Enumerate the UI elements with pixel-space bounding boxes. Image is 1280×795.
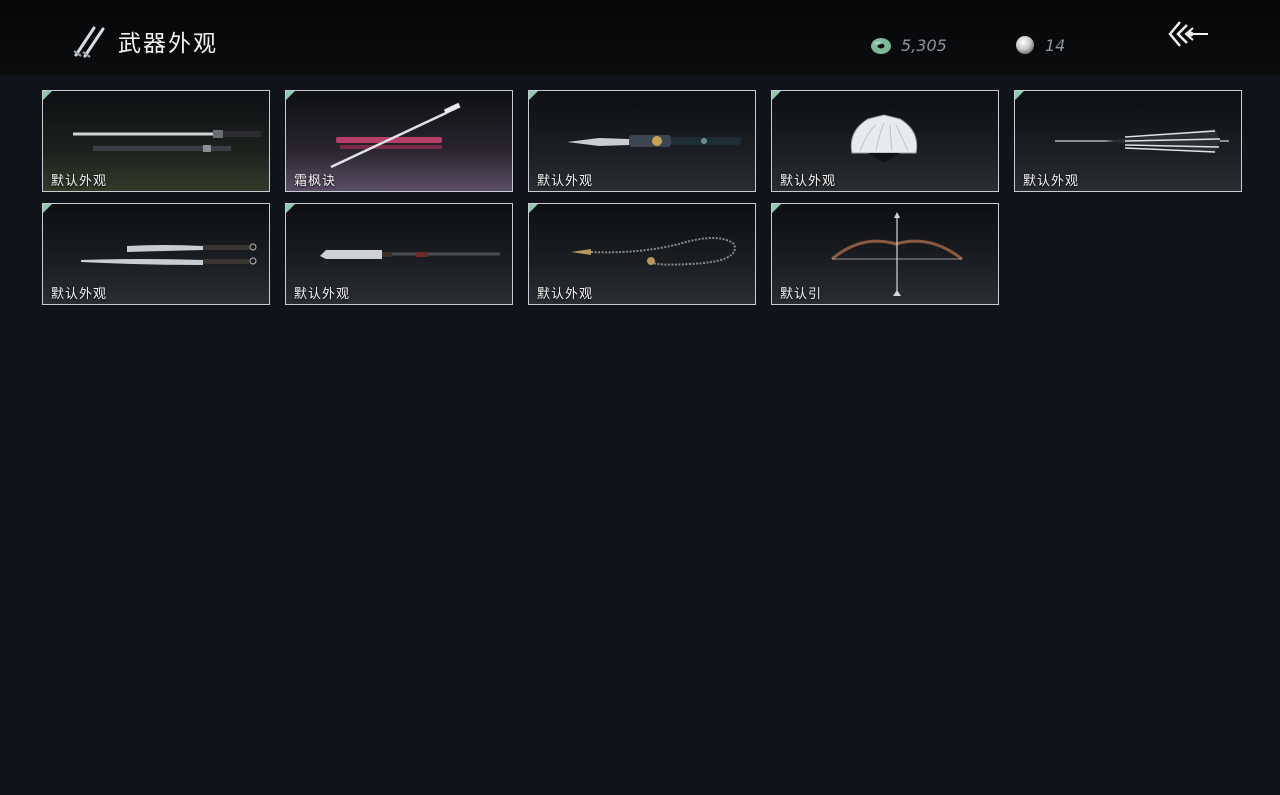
weapon-card-label: 默认外观	[294, 287, 351, 302]
pearl-currency: 14	[1014, 33, 1065, 57]
weapon-card-label: 默认外观	[780, 174, 837, 189]
pearl-icon	[1016, 36, 1034, 54]
pearl-amount: 14	[1045, 35, 1066, 55]
jade-currency: 5,305	[870, 33, 947, 57]
weapon-card-7[interactable]: 默认外观	[285, 203, 513, 305]
weapon-card-label: 默认外观	[1023, 174, 1080, 189]
jade-amount: 5,305	[901, 35, 947, 55]
top-bar: 武器外观 5,305 14	[0, 0, 1280, 75]
weapon-card-8[interactable]: 默认外观	[528, 203, 756, 305]
weapon-card-5[interactable]: 默认外观	[1014, 90, 1242, 192]
weapon-grid: 默认外观 霜枫诀 默认外观 默认外观 默认外观 默认外观 默认外观 默认外观 默…	[42, 90, 1245, 310]
weapon-card-2[interactable]: 霜枫诀	[285, 90, 513, 192]
weapon-card-3[interactable]: 默认外观	[528, 90, 756, 192]
weapon-card-label: 霜枫诀	[294, 174, 337, 189]
page-title: 武器外观	[118, 31, 218, 57]
weapon-card-label: 默认外观	[537, 287, 594, 302]
weapon-card-label: 默认外观	[51, 174, 108, 189]
weapon-card-label: 默认引	[780, 287, 823, 302]
weapon-card-label: 默认外观	[537, 174, 594, 189]
weapon-card-label: 默认外观	[51, 287, 108, 302]
weapon-card-6[interactable]: 默认外观	[42, 203, 270, 305]
jade-coin-icon	[871, 38, 891, 54]
weapon-card-9[interactable]: 默认引	[771, 203, 999, 305]
weapon-card-1[interactable]: 默认外观	[42, 90, 270, 192]
twin-blades-icon	[73, 26, 105, 58]
weapon-card-4[interactable]: 默认外观	[771, 90, 999, 192]
back-arrow-icon[interactable]	[1166, 18, 1212, 52]
